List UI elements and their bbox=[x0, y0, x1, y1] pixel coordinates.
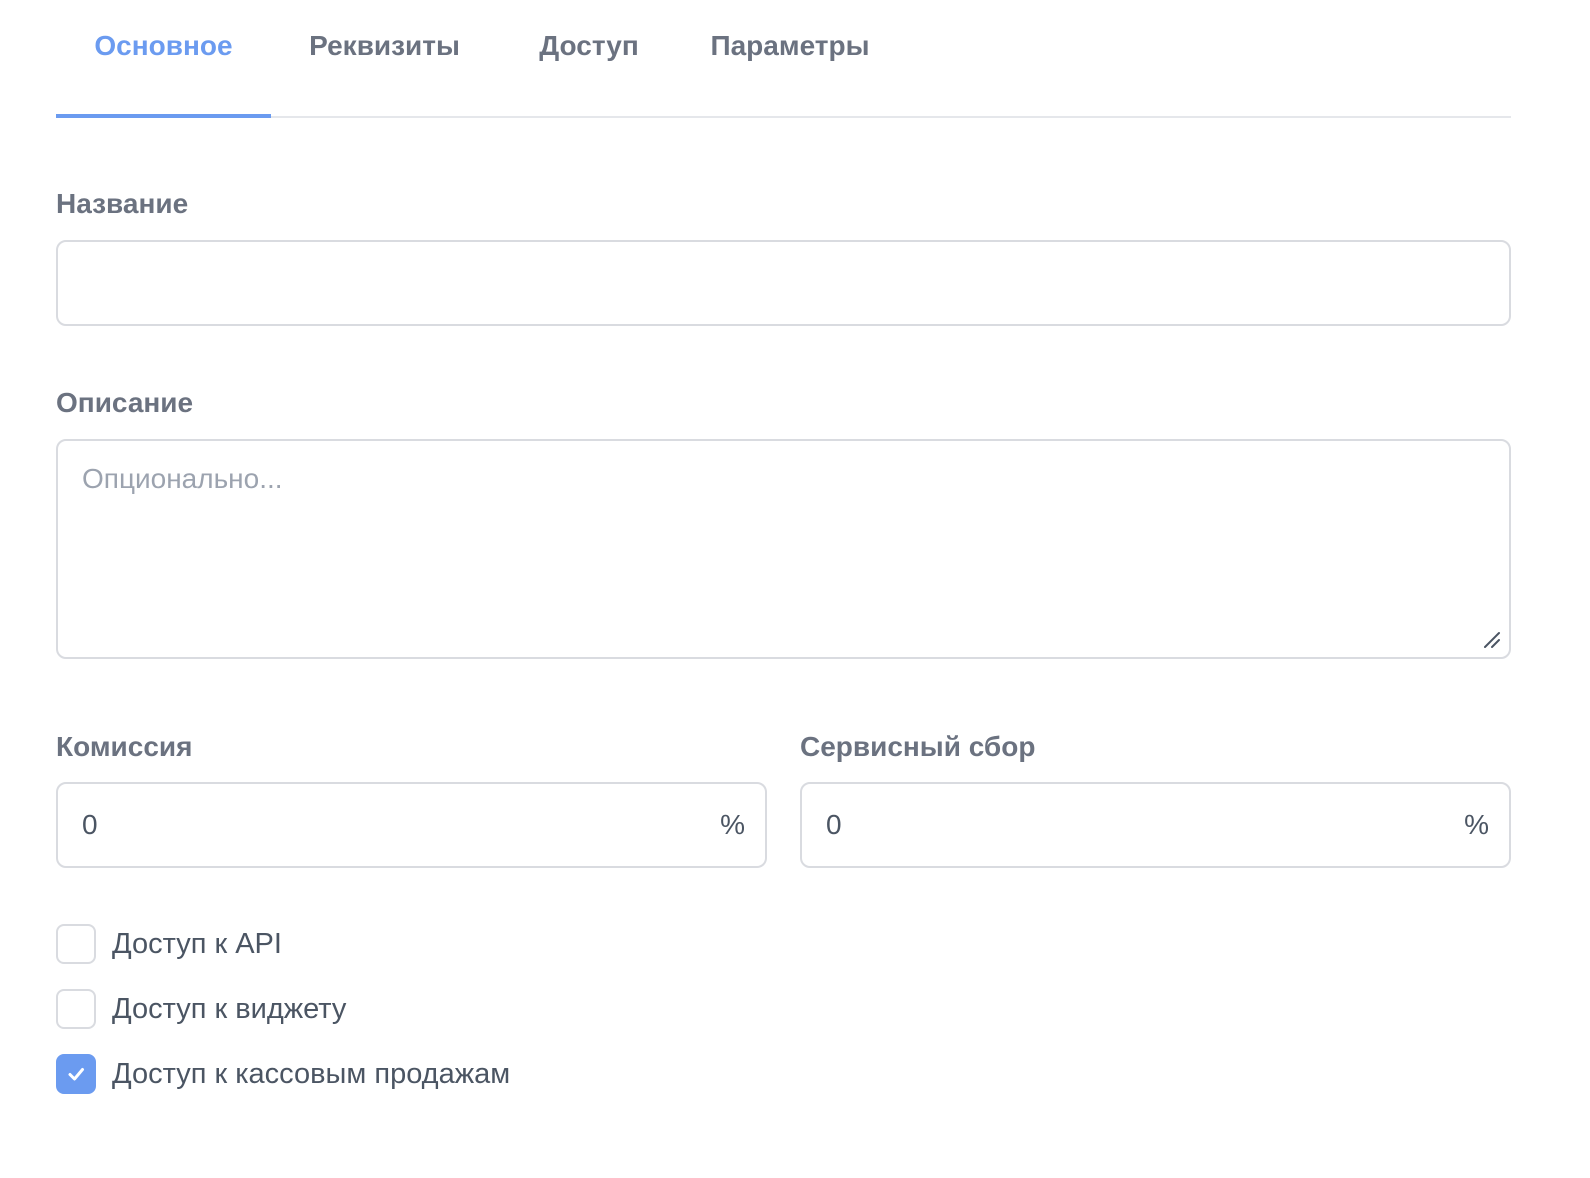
cash-sales-access-checkbox[interactable] bbox=[56, 1054, 96, 1094]
widget-access-option[interactable]: Доступ к виджету bbox=[56, 989, 346, 1029]
tab-basic[interactable]: Основное bbox=[56, 0, 271, 118]
check-icon bbox=[68, 1068, 84, 1081]
tab-parameters-label: Параметры bbox=[710, 30, 870, 61]
description-field-wrapper bbox=[56, 439, 1511, 659]
tab-requisites[interactable]: Реквизиты bbox=[271, 0, 498, 116]
service-fee-field-wrapper: % bbox=[800, 782, 1511, 868]
tab-parameters[interactable]: Параметры bbox=[680, 0, 900, 116]
api-access-checkbox[interactable] bbox=[56, 924, 96, 964]
cash-sales-access-option[interactable]: Доступ к кассовым продажам bbox=[56, 1054, 510, 1094]
tab-basic-label: Основное bbox=[94, 30, 233, 61]
cash-sales-access-label: Доступ к кассовым продажам bbox=[112, 1057, 511, 1090]
description-textarea[interactable] bbox=[58, 441, 1509, 657]
name-input[interactable] bbox=[58, 242, 1509, 324]
service-fee-label: Сервисный сбор bbox=[800, 731, 1036, 762]
widget-access-label: Доступ к виджету bbox=[112, 992, 347, 1025]
commission-label: Комиссия bbox=[56, 731, 193, 762]
api-access-label: Доступ к API bbox=[112, 927, 282, 960]
widget-access-checkbox[interactable] bbox=[56, 989, 96, 1029]
tab-bar: Основное Реквизиты Доступ Параметры bbox=[56, 0, 1511, 118]
commission-percent-suffix: % bbox=[720, 809, 745, 840]
name-label: Название bbox=[56, 188, 189, 219]
commission-field-wrapper: % bbox=[56, 782, 767, 868]
service-fee-percent-suffix: % bbox=[1464, 809, 1489, 840]
form-page: Основное Реквизиты Доступ Параметры Назв… bbox=[56, 0, 1511, 1094]
service-fee-input[interactable] bbox=[802, 784, 1422, 866]
tab-requisites-label: Реквизиты bbox=[309, 30, 460, 61]
resize-handle-icon[interactable] bbox=[1481, 629, 1501, 649]
description-label: Описание bbox=[56, 387, 194, 418]
name-field-wrapper bbox=[56, 240, 1511, 326]
commission-input[interactable] bbox=[58, 784, 678, 866]
tab-access[interactable]: Доступ bbox=[498, 0, 680, 116]
api-access-option[interactable]: Доступ к API bbox=[56, 924, 282, 964]
tab-access-label: Доступ bbox=[539, 30, 639, 61]
